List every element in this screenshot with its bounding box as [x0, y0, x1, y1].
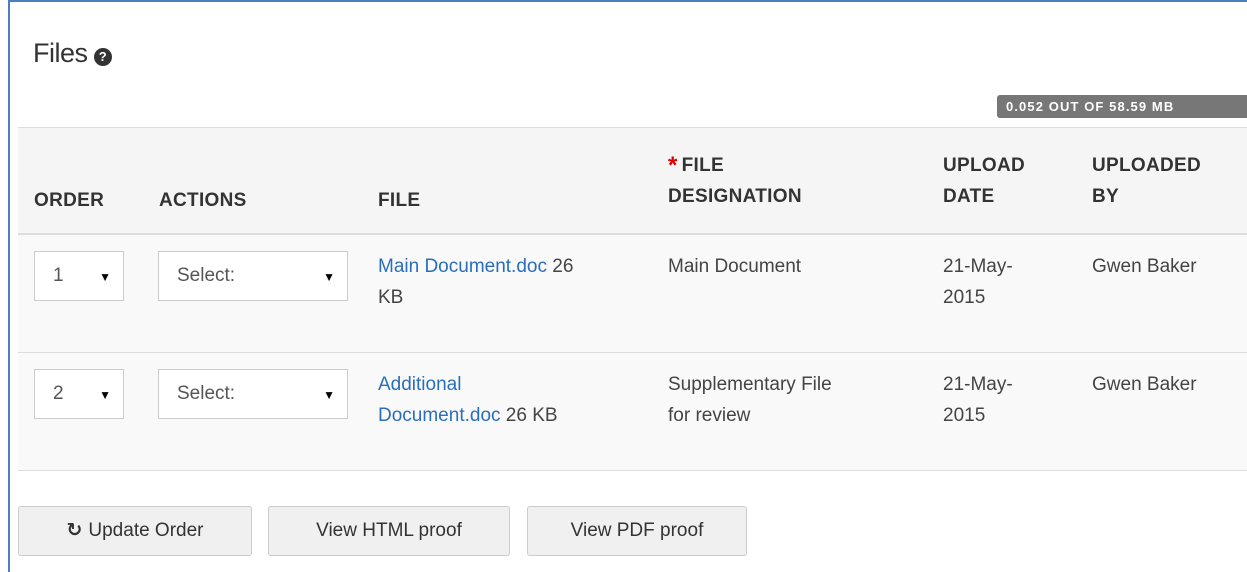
- header-uploaded-by-line2: BY: [1092, 186, 1119, 207]
- section-title: Files ?: [33, 38, 112, 69]
- header-upload-date: UPLOAD DATE: [943, 150, 1025, 212]
- order-select[interactable]: 2 ▼: [34, 369, 124, 419]
- table-row: 2 ▼ Select: ▼ Additional Document.doc 26…: [18, 353, 1247, 471]
- actions-value: Select:: [177, 383, 236, 404]
- view-pdf-proof-button[interactable]: View PDF proof: [527, 506, 747, 556]
- header-upload-date-line1: UPLOAD: [943, 155, 1026, 176]
- upload-date-cell: 21-May- 2015: [943, 251, 1013, 313]
- uploaded-by-cell: Gwen Baker: [1092, 374, 1197, 395]
- view-html-proof-button[interactable]: View HTML proof: [268, 506, 510, 556]
- header-order: ORDER: [34, 190, 105, 211]
- files-table: ORDER ACTIONS FILE * FILE DESIGNATION UPL…: [18, 127, 1247, 471]
- update-order-button[interactable]: ↻ Update Order: [18, 506, 252, 556]
- designation-line1: Main Document: [668, 256, 802, 277]
- order-value: 2: [53, 383, 64, 404]
- designation-cell: Main Document: [668, 251, 801, 282]
- storage-quota-badge: 0.052 OUT OF 58.59 MB: [997, 95, 1247, 118]
- file-size: 26: [552, 256, 574, 277]
- file-size-cont: 26 KB: [505, 405, 558, 426]
- refresh-icon: ↻: [66, 520, 83, 541]
- header-designation-line2: DESIGNATION: [668, 186, 802, 207]
- caret-down-icon: ▼: [99, 388, 111, 402]
- table-header: ORDER ACTIONS FILE * FILE DESIGNATION UPL…: [18, 127, 1247, 235]
- order-value: 1: [53, 265, 64, 286]
- header-actions: ACTIONS: [159, 190, 247, 211]
- question-circle-icon[interactable]: ?: [93, 47, 112, 66]
- header-file: FILE: [378, 190, 421, 211]
- required-marker: *: [668, 152, 678, 179]
- caret-down-icon: ▼: [323, 388, 335, 402]
- actions-select[interactable]: Select: ▼: [158, 251, 348, 301]
- table-row: 1 ▼ Select: ▼ Main Document.doc 26 KB Ma…: [18, 235, 1247, 353]
- upload-date-cell: 21-May- 2015: [943, 369, 1013, 431]
- actions-select[interactable]: Select: ▼: [158, 369, 348, 419]
- designation-line2: for review: [668, 405, 751, 426]
- title-text: Files: [33, 38, 88, 68]
- designation-line1: Supplementary File: [668, 374, 832, 395]
- update-order-label: Update Order: [88, 520, 204, 541]
- date-line2: 2015: [943, 405, 986, 426]
- header-uploaded-by-line1: UPLOADED: [1092, 155, 1202, 176]
- file-link-cont[interactable]: Document.doc: [378, 405, 501, 426]
- file-size-cont: KB: [378, 287, 404, 308]
- date-line2: 2015: [943, 287, 986, 308]
- header-designation-line1: FILE: [681, 155, 725, 176]
- file-link[interactable]: Main Document.doc: [378, 256, 547, 277]
- actions-value: Select:: [177, 265, 236, 286]
- header-designation: * FILE DESIGNATION: [668, 148, 802, 212]
- file-cell: Additional Document.doc 26 KB: [378, 369, 653, 431]
- date-line1: 21-May-: [943, 374, 1013, 395]
- order-select[interactable]: 1 ▼: [34, 251, 124, 301]
- file-link[interactable]: Additional: [378, 374, 461, 395]
- caret-down-icon: ▼: [99, 270, 111, 284]
- header-uploaded-by: UPLOADED BY: [1092, 150, 1201, 212]
- file-cell: Main Document.doc 26 KB: [378, 251, 653, 313]
- caret-down-icon: ▼: [323, 270, 335, 284]
- header-upload-date-line2: DATE: [943, 186, 995, 207]
- uploaded-by-cell: Gwen Baker: [1092, 256, 1197, 277]
- designation-cell: Supplementary File for review: [668, 369, 832, 431]
- date-line1: 21-May-: [943, 256, 1013, 277]
